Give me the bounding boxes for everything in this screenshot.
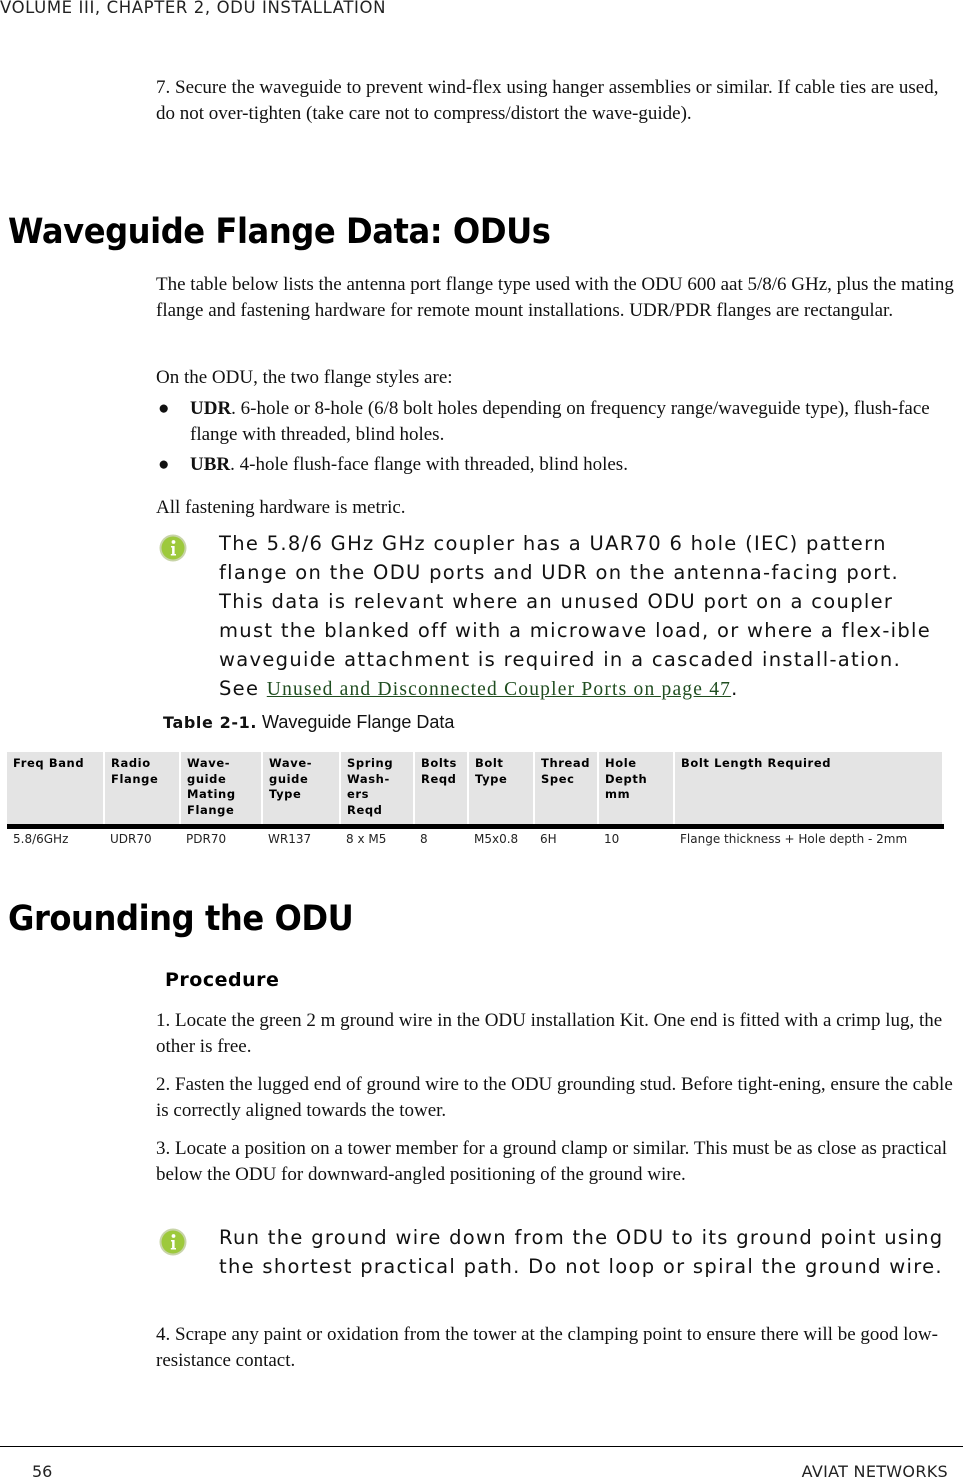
list-item: ● UBR. 4-hole flush-face flange with thr… — [156, 452, 956, 478]
column-header: Thread Spec — [534, 752, 599, 829]
procedure-heading: Procedure — [165, 969, 280, 991]
column-header: Freq Band — [7, 752, 105, 829]
footer-company: AVIAT NETWORKS — [801, 1462, 948, 1481]
flange-styles-list: ● UDR. 6-hole or 8-hole (6/8 bolt holes … — [156, 396, 956, 482]
waveguide-flange-table: Freq Band Radio Flange Wave-guide Mating… — [7, 752, 944, 849]
table-cell: 8 — [420, 832, 428, 846]
bullet-term: UDR — [190, 398, 232, 419]
page-number: 56 — [32, 1462, 53, 1481]
metric-note: All fastening hardware is metric. — [156, 497, 406, 518]
grounding-step-2: 2. Fasten the lugged end of ground wire … — [156, 1074, 953, 1121]
info-note-ground-wire: Run the ground wire down from the ODU to… — [158, 1223, 948, 1281]
info-note-tail: . — [731, 677, 739, 700]
flange-styles-intro: On the ODU, the two flange styles are: — [156, 367, 453, 388]
bullet-text: . 6-hole or 8-hole (6/8 bolt holes depen… — [190, 398, 930, 445]
bullet-term: UBR — [190, 454, 231, 475]
column-header: Bolt Length Required — [674, 752, 944, 829]
step-7: 7. Secure the waveguide to prevent wind-… — [156, 77, 939, 124]
section-title-waveguide-flange: Waveguide Flange Data: ODUs — [8, 212, 551, 252]
column-header: Wave-guide Type — [262, 752, 341, 829]
column-header: Bolt Type — [468, 752, 535, 829]
coupler-ports-link[interactable]: Unused and Disconnected Coupler Ports on… — [267, 679, 731, 700]
info-note-text: Run the ground wire down from the ODU to… — [219, 1226, 944, 1278]
section-title-grounding: Grounding the ODU — [8, 899, 354, 939]
table-cell: PDR70 — [186, 832, 227, 846]
table-cell: 10 — [604, 832, 620, 846]
grounding-step-4: 4. Scrape any paint or oxidation from th… — [156, 1324, 938, 1371]
section-intro: The table below lists the antenna port f… — [156, 274, 954, 321]
grounding-step-1: 1. Locate the green 2 m ground wire in t… — [156, 1010, 943, 1057]
list-item: ● UDR. 6-hole or 8-hole (6/8 bolt holes … — [156, 396, 956, 448]
info-icon — [159, 1228, 187, 1256]
table-caption-title: Waveguide Flange Data — [257, 712, 455, 732]
running-header: VOLUME III, CHAPTER 2, ODU INSTALLATION — [0, 0, 387, 17]
column-header: Radio Flange — [104, 752, 181, 829]
column-header: Hole Depth mm — [598, 752, 675, 829]
table-cell: 6H — [540, 832, 557, 846]
info-note-text: The 5.8/6 GHz GHz coupler has a UAR70 6 … — [219, 529, 948, 704]
info-note-coupler: The 5.8/6 GHz GHz coupler has a UAR70 6 … — [158, 529, 948, 704]
bullet-icon: ● — [158, 454, 170, 475]
footer-divider — [0, 1446, 963, 1447]
table-cell: M5x0.8 — [474, 832, 519, 846]
bullet-text: . 4-hole flush-face flange with threaded… — [230, 454, 628, 475]
table-cell: Flange thickness + Hole depth - 2mm — [680, 832, 908, 846]
table-cell: UDR70 — [110, 832, 152, 846]
info-note-body: The 5.8/6 GHz GHz coupler has a UAR70 6 … — [219, 532, 932, 700]
table-caption: Table 2-1. Waveguide Flange Data — [163, 712, 454, 733]
info-icon — [159, 534, 187, 562]
column-header: Bolts Reqd — [414, 752, 469, 829]
table-caption-label: Table 2-1. — [163, 713, 257, 732]
table-cell: 5.8/6GHz — [13, 832, 69, 846]
grounding-step-3: 3. Locate a position on a tower member f… — [156, 1138, 948, 1185]
table-row: 5.8/6GHz UDR70 PDR70 WR137 8 x M5 8 M5x0… — [7, 827, 943, 850]
table-cell: 8 x M5 — [346, 832, 387, 846]
bullet-icon: ● — [158, 398, 170, 419]
table-header-row: Freq Band Radio Flange Wave-guide Mating… — [7, 752, 944, 829]
column-header: Spring Wash-ers Reqd — [340, 752, 415, 829]
column-header: Wave-guide Mating Flange — [180, 752, 263, 829]
table-cell: WR137 — [268, 832, 312, 846]
